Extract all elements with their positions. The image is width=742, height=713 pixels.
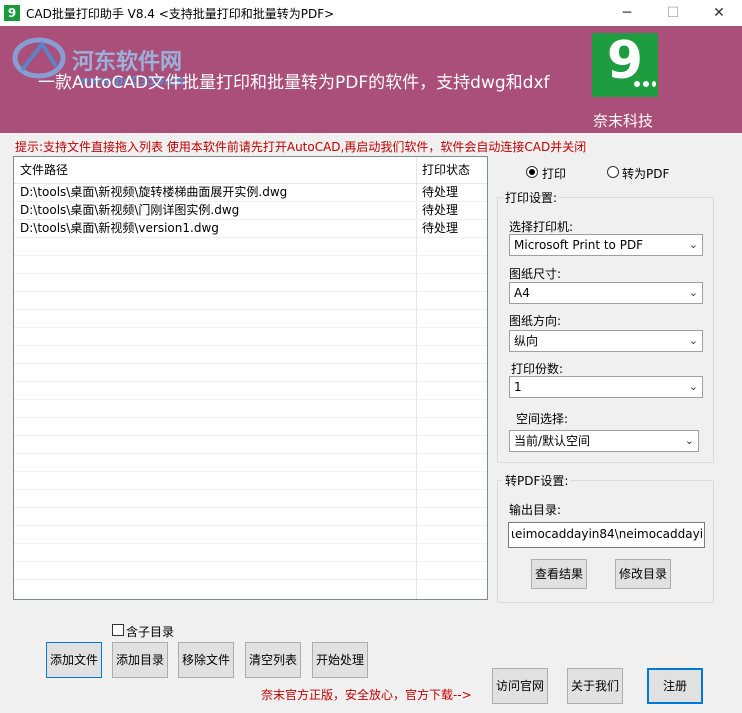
copies-select[interactable]: 1 ⌄ bbox=[509, 376, 703, 398]
row-gridline bbox=[14, 471, 487, 472]
row-gridline bbox=[14, 327, 487, 328]
paper-size-value: A4 bbox=[514, 286, 530, 300]
print-radio-label[interactable]: 打印 bbox=[542, 165, 566, 182]
clear-list-button[interactable]: 清空列表 bbox=[245, 642, 301, 678]
row-gridline bbox=[14, 219, 487, 220]
title-bar: 9 CAD批量打印助手 V8.4 <支持批量打印和批量转为PDF> ─ ☐ ✕ bbox=[0, 0, 742, 26]
chevron-down-icon: ⌄ bbox=[688, 334, 698, 347]
maximize-button[interactable]: ☐ bbox=[650, 0, 696, 26]
row-gridline bbox=[14, 579, 487, 580]
logo-dot-icon bbox=[634, 81, 640, 87]
row-gridline bbox=[14, 201, 487, 202]
change-dir-button[interactable]: 修改目录 bbox=[615, 559, 671, 589]
company-logo: 9 bbox=[592, 31, 658, 97]
header-banner: 河东软件网 www.pc0359.cn 一款AutoCAD文件批量打印和批量转为… bbox=[0, 26, 742, 133]
chevron-down-icon: ⌄ bbox=[688, 380, 698, 393]
row-gridline bbox=[14, 399, 487, 400]
app-icon: 9 bbox=[4, 5, 20, 21]
row-status: 待处理 bbox=[422, 185, 459, 199]
slogan: 一款AutoCAD文件批量打印和批量转为PDF的软件，支持dwg和dxf bbox=[38, 73, 550, 93]
column-header-path[interactable]: 文件路径 bbox=[20, 161, 68, 179]
chevron-down-icon: ⌄ bbox=[684, 434, 694, 447]
row-status: 待处理 bbox=[422, 221, 459, 235]
printer-select-value: Microsoft Print to PDF bbox=[514, 238, 644, 252]
copies-label: 打印份数: bbox=[511, 362, 564, 376]
paper-size-select[interactable]: A4 ⌄ bbox=[509, 282, 703, 304]
register-button[interactable]: 注册 bbox=[647, 668, 703, 704]
row-gridline bbox=[14, 489, 487, 490]
row-gridline bbox=[14, 525, 487, 526]
website-button[interactable]: 访问官网 bbox=[492, 668, 548, 704]
minimize-button[interactable]: ─ bbox=[604, 0, 650, 26]
print-settings-label: 打印设置: bbox=[503, 189, 560, 206]
chevron-down-icon: ⌄ bbox=[688, 238, 698, 251]
printer-label: 选择打印机: bbox=[509, 220, 574, 234]
row-gridline bbox=[14, 291, 487, 292]
printer-select[interactable]: Microsoft Print to PDF ⌄ bbox=[509, 234, 703, 256]
row-path: D:\tools\桌面\新视频\version1.dwg bbox=[20, 221, 219, 235]
close-button[interactable]: ✕ bbox=[696, 0, 742, 26]
row-status: 待处理 bbox=[422, 203, 459, 217]
remove-file-button[interactable]: 移除文件 bbox=[178, 642, 234, 678]
row-gridline bbox=[14, 237, 487, 238]
column-header-status[interactable]: 打印状态 bbox=[422, 161, 470, 179]
paper-size-label: 图纸尺寸: bbox=[509, 267, 562, 281]
table-row[interactable]: D:\tools\桌面\新视频\门刚详图实例.dwg 待处理 bbox=[14, 201, 487, 219]
start-button[interactable]: 开始处理 bbox=[312, 642, 368, 678]
pdf-radio-label[interactable]: 转为PDF bbox=[622, 165, 669, 182]
table-row[interactable]: D:\tools\桌面\新视频\旋转楼梯曲面展开实例.dwg 待处理 bbox=[14, 183, 487, 201]
row-gridline bbox=[14, 417, 487, 418]
orientation-select[interactable]: 纵向 ⌄ bbox=[509, 330, 703, 352]
window-title: CAD批量打印助手 V8.4 <支持批量打印和批量转为PDF> bbox=[26, 7, 335, 21]
orientation-label: 图纸方向: bbox=[509, 314, 562, 328]
pdf-settings-label: 转PDF设置: bbox=[503, 472, 571, 489]
row-gridline bbox=[14, 435, 487, 436]
row-path: D:\tools\桌面\新视频\门刚详图实例.dwg bbox=[20, 203, 240, 217]
row-gridline bbox=[14, 345, 487, 346]
include-subdir-checkbox[interactable] bbox=[112, 624, 124, 636]
brand-name: 奈末科技 bbox=[593, 112, 654, 130]
table-row[interactable]: D:\tools\桌面\新视频\version1.dwg 待处理 bbox=[14, 219, 487, 237]
add-dir-button[interactable]: 添加目录 bbox=[112, 642, 168, 678]
row-gridline bbox=[14, 543, 487, 544]
row-path: D:\tools\桌面\新视频\旋转楼梯曲面展开实例.dwg bbox=[20, 185, 288, 199]
logo-dot-icon bbox=[652, 81, 656, 87]
row-gridline bbox=[14, 363, 487, 364]
row-gridline bbox=[14, 255, 487, 256]
space-select[interactable]: 当前/默认空间 ⌄ bbox=[509, 430, 699, 452]
row-gridline bbox=[14, 561, 487, 562]
chevron-down-icon: ⌄ bbox=[688, 286, 698, 299]
promo-text: 奈末官方正版，安全放心，官方下载--> bbox=[261, 688, 472, 702]
row-gridline bbox=[14, 507, 487, 508]
space-value: 当前/默认空间 bbox=[514, 434, 591, 448]
pdf-radio[interactable] bbox=[607, 166, 619, 178]
orientation-value: 纵向 bbox=[514, 334, 539, 348]
row-gridline bbox=[14, 453, 487, 454]
print-radio[interactable] bbox=[526, 166, 538, 178]
row-gridline bbox=[14, 381, 487, 382]
row-gridline bbox=[14, 273, 487, 274]
output-dir-label: 输出目录: bbox=[509, 503, 562, 517]
copies-value: 1 bbox=[514, 380, 522, 394]
hint-text: 提示:支持文件直接拖入列表 使用本软件前请先打开AutoCAD,再启动我们软件，… bbox=[15, 140, 587, 154]
add-file-button[interactable]: 添加文件 bbox=[46, 642, 102, 678]
row-gridline bbox=[14, 309, 487, 310]
file-list-table[interactable]: 文件路径 打印状态 D:\tools\桌面\新视频\旋转楼梯曲面展开实例.dwg… bbox=[13, 156, 488, 600]
output-dir-field[interactable]: ιeimocaddayin84\neimocaddayin84 bbox=[508, 522, 705, 548]
space-label: 空间选择: bbox=[516, 412, 569, 426]
view-result-button[interactable]: 查看结果 bbox=[531, 559, 587, 589]
about-button[interactable]: 关于我们 bbox=[567, 668, 623, 704]
include-subdir-label[interactable]: 含子目录 bbox=[126, 623, 174, 640]
logo-dot-icon bbox=[643, 81, 649, 87]
